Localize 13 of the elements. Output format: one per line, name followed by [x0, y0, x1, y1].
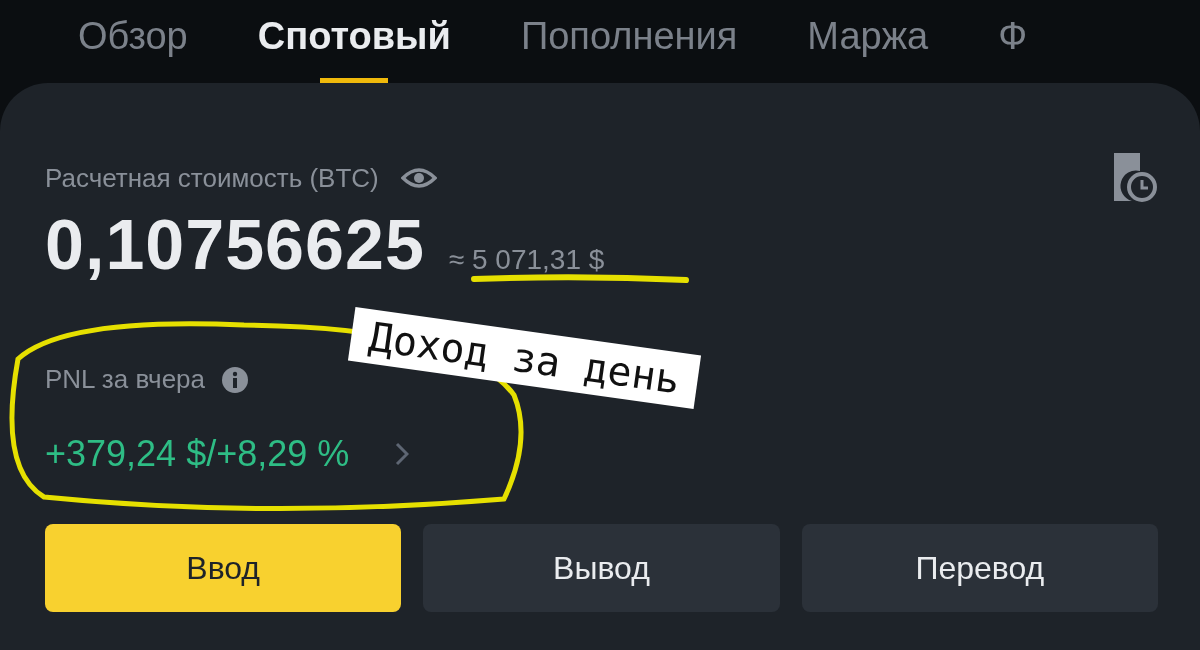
balance-usd: ≈ 5 071,31 $ [448, 244, 605, 276]
tab[interactable]: Обзор [78, 12, 188, 60]
deposit-button[interactable]: Ввод [45, 524, 402, 612]
pnl-value: +379,24 $/+8,29 % [45, 433, 350, 475]
tab[interactable]: Пополнения [520, 12, 738, 60]
action-button[interactable]: Вывод [423, 524, 780, 612]
tab[interactable]: Ф [998, 12, 1028, 60]
action-button[interactable]: Перевод [801, 524, 1158, 612]
balance-value: 0,10756625 [45, 205, 425, 285]
tab[interactable]: Маржа [807, 12, 929, 60]
pnl-label: PNL за вчера [45, 364, 205, 395]
balance-label: Расчетная стоимость (BTC) [45, 162, 379, 194]
annotation-sticker: Доход за день [347, 306, 702, 410]
